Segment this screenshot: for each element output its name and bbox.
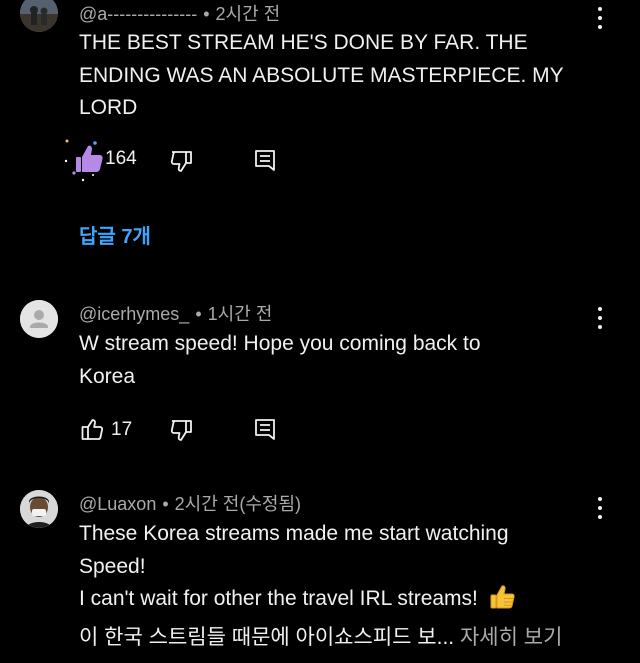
comment-text: W stream speed! Hope you coming back to … <box>79 328 599 393</box>
comment-text: THE BEST STREAM HE'S DONE BY FAR. THE EN… <box>79 27 599 125</box>
reply-icon <box>255 150 275 171</box>
more-options-button[interactable] <box>592 7 608 29</box>
like-button[interactable]: 17 <box>79 416 132 444</box>
comment-text: These Korea streams made me start watchi… <box>79 518 599 654</box>
comment-meta: @Luaxon • 2시간 전(수정됨) <box>79 490 301 516</box>
thumbs-up-emoji-icon <box>488 583 516 622</box>
comment-time: 1시간 전 <box>207 304 273 324</box>
comment-time: 2시간 전 <box>215 4 281 24</box>
comment-author[interactable]: @icerhymes_ <box>79 304 189 324</box>
avatar-image-icon <box>20 490 58 528</box>
reply-button[interactable] <box>252 416 278 444</box>
avatar[interactable] <box>20 300 58 338</box>
kebab-dot <box>598 506 602 510</box>
comment-line: 이 한국 스트림들 때문에 아이쇼스피드 보... <box>79 625 455 649</box>
comment-meta: @a--------------- • 2시간 전 <box>79 0 280 26</box>
dislike-button[interactable] <box>169 416 195 444</box>
dislike-button[interactable] <box>169 147 195 175</box>
meta-separator: • <box>162 494 169 514</box>
comment-line: THE BEST STREAM HE'S DONE BY FAR. THE <box>79 31 528 54</box>
comment-line: These Korea streams made me start watchi… <box>79 522 509 545</box>
avatar-image-icon <box>20 0 58 32</box>
more-vert-icon <box>598 497 602 501</box>
comment-line: Korea <box>79 364 136 388</box>
meta-separator: • <box>195 304 202 324</box>
view-replies-button[interactable]: 답글 7개 <box>79 220 151 249</box>
thumb-down-icon <box>170 420 192 441</box>
more-options-button[interactable] <box>592 497 608 519</box>
like-count: 17 <box>111 419 133 440</box>
comment-truncated-line: 이 한국 스트림들 때문에 아이쇼스피드 보... 자세히 보기 <box>79 622 599 655</box>
comment-time: 2시간 전(수정됨) <box>174 494 301 514</box>
reply-button[interactable] <box>252 147 278 175</box>
comment-meta: @icerhymes_ • 1시간 전 <box>79 300 272 326</box>
comment-line-with-emoji: I can't wait for other the travel IRL st… <box>79 583 599 622</box>
comment-line: W stream speed! Hope you coming back to <box>79 332 481 355</box>
more-vert-icon <box>598 307 602 311</box>
avatar[interactable] <box>20 0 58 32</box>
comment-line: ENDING WAS AN ABSOLUTE MASTERPIECE. MY <box>79 63 564 87</box>
like-count: 164 <box>105 148 137 169</box>
comment-author[interactable]: @Luaxon <box>79 494 156 514</box>
comment-line: I can't wait for other the travel IRL st… <box>79 587 478 610</box>
read-more-link[interactable]: 자세히 보기 <box>460 626 562 649</box>
more-vert-icon <box>598 7 602 11</box>
default-avatar-icon <box>20 300 58 338</box>
comment-author[interactable]: @a--------------- <box>79 4 197 24</box>
like-button[interactable] <box>63 137 111 185</box>
thumb-up-filled-icon <box>64 139 103 182</box>
thumb-down-icon <box>170 151 192 172</box>
kebab-dot <box>598 16 602 20</box>
comment-line: LORD <box>79 96 138 119</box>
avatar[interactable] <box>20 490 58 528</box>
meta-separator: • <box>203 4 210 24</box>
reply-icon <box>255 419 275 440</box>
thumb-up-icon <box>81 419 104 440</box>
kebab-dot <box>598 316 602 320</box>
more-options-button[interactable] <box>592 307 608 329</box>
comment-line: Speed! <box>79 554 146 578</box>
